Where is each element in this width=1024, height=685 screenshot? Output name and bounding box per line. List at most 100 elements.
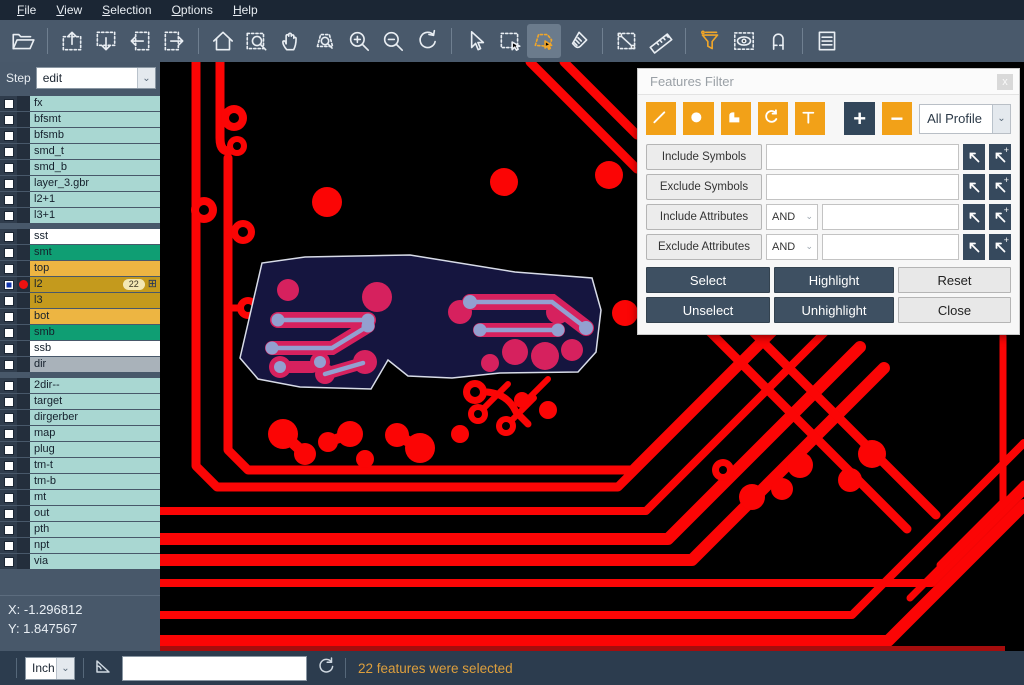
zoom-polygon-icon[interactable]	[308, 24, 342, 58]
pan-left-icon[interactable]	[123, 24, 157, 58]
pan-up-icon[interactable]	[55, 24, 89, 58]
exclude-attributes-button[interactable]: Exclude Attributes	[646, 234, 762, 260]
layer-checkbox-layer_3.gbr[interactable]	[4, 179, 14, 189]
layer-active-gutter[interactable]	[17, 245, 30, 260]
pick-add-from-canvas-icon[interactable]: +	[989, 204, 1011, 230]
layer-label-dir[interactable]: dir	[30, 357, 160, 372]
unhighlight-button[interactable]: Unhighlight	[774, 297, 894, 323]
layer-checkbox-dir[interactable]	[4, 360, 14, 370]
layer-active-gutter[interactable]	[17, 378, 30, 393]
select-arrow-icon[interactable]	[459, 24, 493, 58]
layer-checkbox-l2[interactable]	[4, 280, 14, 290]
layer-label-l2+1[interactable]: l2+1	[30, 192, 160, 207]
layer-checkbox-smd_b[interactable]	[4, 163, 14, 173]
layer-active-gutter[interactable]	[17, 261, 30, 276]
layer-checkbox-2dir--[interactable]	[4, 381, 14, 391]
unselect-button[interactable]: Unselect	[646, 297, 770, 323]
layer-active-gutter[interactable]	[17, 96, 30, 111]
include-attributes-button[interactable]: Include Attributes	[646, 204, 762, 230]
layer-checkbox-tm-t[interactable]	[4, 461, 14, 471]
layer-active-gutter[interactable]	[17, 490, 30, 505]
include-symbols-button[interactable]: Include Symbols	[646, 144, 762, 170]
layer-checkbox-l3[interactable]	[4, 296, 14, 306]
zoom-out-icon[interactable]	[376, 24, 410, 58]
clear-selection-icon[interactable]	[561, 24, 595, 58]
pan-hand-icon[interactable]	[274, 24, 308, 58]
close-icon[interactable]: x	[997, 74, 1013, 90]
pick-from-canvas-icon[interactable]	[963, 234, 985, 260]
layer-label-bfsmb[interactable]: bfsmb	[30, 128, 160, 143]
layer-label-out[interactable]: out	[30, 506, 160, 521]
layer-checkbox-bfsmb[interactable]	[4, 131, 14, 141]
pan-down-icon[interactable]	[89, 24, 123, 58]
reset-button[interactable]: Reset	[898, 267, 1011, 293]
layer-checkbox-smb[interactable]	[4, 328, 14, 338]
layer-active-gutter[interactable]	[17, 538, 30, 553]
layer-active-gutter[interactable]	[17, 325, 30, 340]
exclude-symbols-button[interactable]: Exclude Symbols	[646, 174, 762, 200]
layer-active-gutter[interactable]	[17, 128, 30, 143]
layer-checkbox-tm-b[interactable]	[4, 477, 14, 487]
layer-label-fx[interactable]: fx	[30, 96, 160, 111]
surface-feature-icon[interactable]	[721, 102, 751, 135]
layer-active-gutter[interactable]	[17, 442, 30, 457]
select-polygon-icon[interactable]	[527, 24, 561, 58]
layer-active-gutter[interactable]	[17, 410, 30, 425]
layer-active-gutter[interactable]	[17, 506, 30, 521]
menu-item-file[interactable]: File	[8, 1, 45, 19]
profile-select[interactable]: All Profile ⌄	[919, 104, 1011, 134]
snap-icon[interactable]	[761, 24, 795, 58]
layer-checkbox-fx[interactable]	[4, 99, 14, 109]
pick-from-canvas-icon[interactable]	[963, 144, 985, 170]
layer-checkbox-smd_t[interactable]	[4, 147, 14, 157]
pan-right-icon[interactable]	[157, 24, 191, 58]
view-box-icon[interactable]	[727, 24, 761, 58]
layer-label-bfsmt[interactable]: bfsmt	[30, 112, 160, 127]
layer-active-gutter[interactable]	[17, 112, 30, 127]
layer-active-gutter[interactable]	[17, 229, 30, 244]
include-attributes-operator-select[interactable]: AND ⌄	[766, 204, 818, 230]
layer-active-gutter[interactable]	[17, 357, 30, 372]
remove-filter-button[interactable]: −	[882, 102, 912, 135]
layer-checkbox-npt[interactable]	[4, 541, 14, 551]
layer-label-npt[interactable]: npt	[30, 538, 160, 553]
ruler-icon[interactable]	[644, 24, 678, 58]
layer-label-mt[interactable]: mt	[30, 490, 160, 505]
include-symbols-input[interactable]	[766, 144, 959, 170]
layer-label-map[interactable]: map	[30, 426, 160, 441]
layer-checkbox-bot[interactable]	[4, 312, 14, 322]
layer-checkbox-target[interactable]	[4, 397, 14, 407]
layer-active-gutter[interactable]	[17, 474, 30, 489]
include-attributes-input[interactable]	[822, 204, 959, 230]
step-select[interactable]: edit ⌄	[36, 67, 156, 89]
layer-label-sst[interactable]: sst	[30, 229, 160, 244]
select-button[interactable]: Select	[646, 267, 770, 293]
layer-checkbox-top[interactable]	[4, 264, 14, 274]
pick-add-from-canvas-icon[interactable]: +	[989, 174, 1011, 200]
line-feature-icon[interactable]	[646, 102, 676, 135]
open-file-icon[interactable]	[6, 24, 40, 58]
layer-label-2dir--[interactable]: 2dir--	[30, 378, 160, 393]
layer-label-l3+1[interactable]: l3+1	[30, 208, 160, 223]
dialog-title-bar[interactable]: Features Filter x	[638, 69, 1019, 95]
layer-checkbox-bfsmt[interactable]	[4, 115, 14, 125]
layer-label-plug[interactable]: plug	[30, 442, 160, 457]
layer-active-gutter[interactable]	[17, 522, 30, 537]
layer-active-gutter[interactable]	[17, 309, 30, 324]
layer-label-dirgerber[interactable]: dirgerber	[30, 410, 160, 425]
grid-icon[interactable]: ⊞	[148, 279, 157, 290]
layer-active-gutter[interactable]	[17, 144, 30, 159]
chevron-down-icon[interactable]: ⌄	[56, 658, 74, 679]
corner-ruler-icon[interactable]	[92, 655, 114, 682]
menu-item-selection[interactable]: Selection	[93, 1, 160, 19]
layer-active-gutter[interactable]	[17, 176, 30, 191]
chevron-down-icon[interactable]: ⌄	[137, 68, 155, 88]
layer-active-gutter[interactable]	[17, 458, 30, 473]
layer-label-via[interactable]: via	[30, 554, 160, 569]
layer-active-gutter[interactable]	[17, 554, 30, 569]
command-input[interactable]	[122, 656, 307, 681]
exclude-attributes-input[interactable]	[822, 234, 959, 260]
refresh-icon[interactable]	[315, 655, 337, 682]
chevron-down-icon[interactable]: ⌄	[992, 105, 1010, 133]
layer-label-top[interactable]: top	[30, 261, 160, 276]
